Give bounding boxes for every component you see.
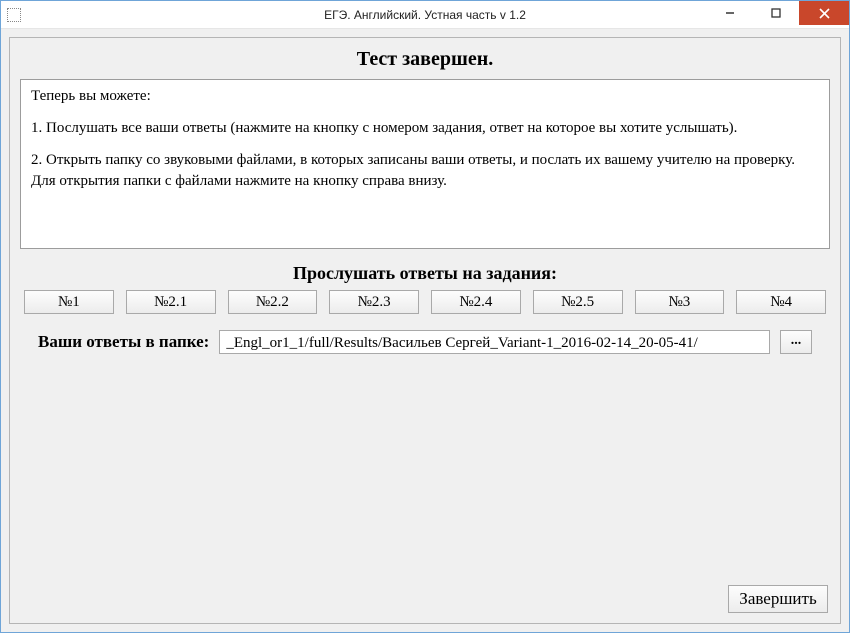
task-button-2-2[interactable]: №2.2 [228,290,318,314]
task-button-2-4[interactable]: №2.4 [431,290,521,314]
content-panel: Тест завершен. Теперь вы можете: 1. Посл… [9,37,841,624]
minimize-icon [725,8,735,18]
task-button-2-3[interactable]: №2.3 [329,290,419,314]
info-line-1: 1. Послушать все ваши ответы (нажмите на… [31,118,819,140]
folder-path-field[interactable]: _Engl_or1_1/full/Results/Васильев Сергей… [219,330,770,354]
info-line-2: 2. Открыть папку со звуковыми файлами, в… [31,150,819,194]
app-icon [7,8,21,22]
task-button-2-1[interactable]: №2.1 [126,290,216,314]
close-button[interactable] [799,1,849,25]
page-title: Тест завершен. [20,48,830,71]
finish-button[interactable]: Завершить [728,585,828,613]
folder-row: Ваши ответы в папке: _Engl_or1_1/full/Re… [38,330,812,354]
listen-label: Прослушать ответы на задания: [20,263,830,284]
close-icon [819,8,830,19]
browse-button[interactable]: ... [780,330,812,354]
task-button-2-5[interactable]: №2.5 [533,290,623,314]
app-window: ЕГЭ. Английский. Устная часть v 1.2 Тест… [0,0,850,633]
maximize-button[interactable] [753,1,799,25]
minimize-button[interactable] [707,1,753,25]
task-button-3[interactable]: №3 [635,290,725,314]
info-line-intro: Теперь вы можете: [31,86,819,108]
folder-label: Ваши ответы в папке: [38,332,209,352]
info-box: Теперь вы можете: 1. Послушать все ваши … [20,79,830,249]
maximize-icon [771,8,781,18]
window-buttons [707,1,849,28]
task-button-4[interactable]: №4 [736,290,826,314]
titlebar[interactable]: ЕГЭ. Английский. Устная часть v 1.2 [1,1,849,29]
task-button-row: №1 №2.1 №2.2 №2.3 №2.4 №2.5 №3 №4 [24,290,826,314]
task-button-1[interactable]: №1 [24,290,114,314]
client-area: Тест завершен. Теперь вы можете: 1. Посл… [1,29,849,632]
